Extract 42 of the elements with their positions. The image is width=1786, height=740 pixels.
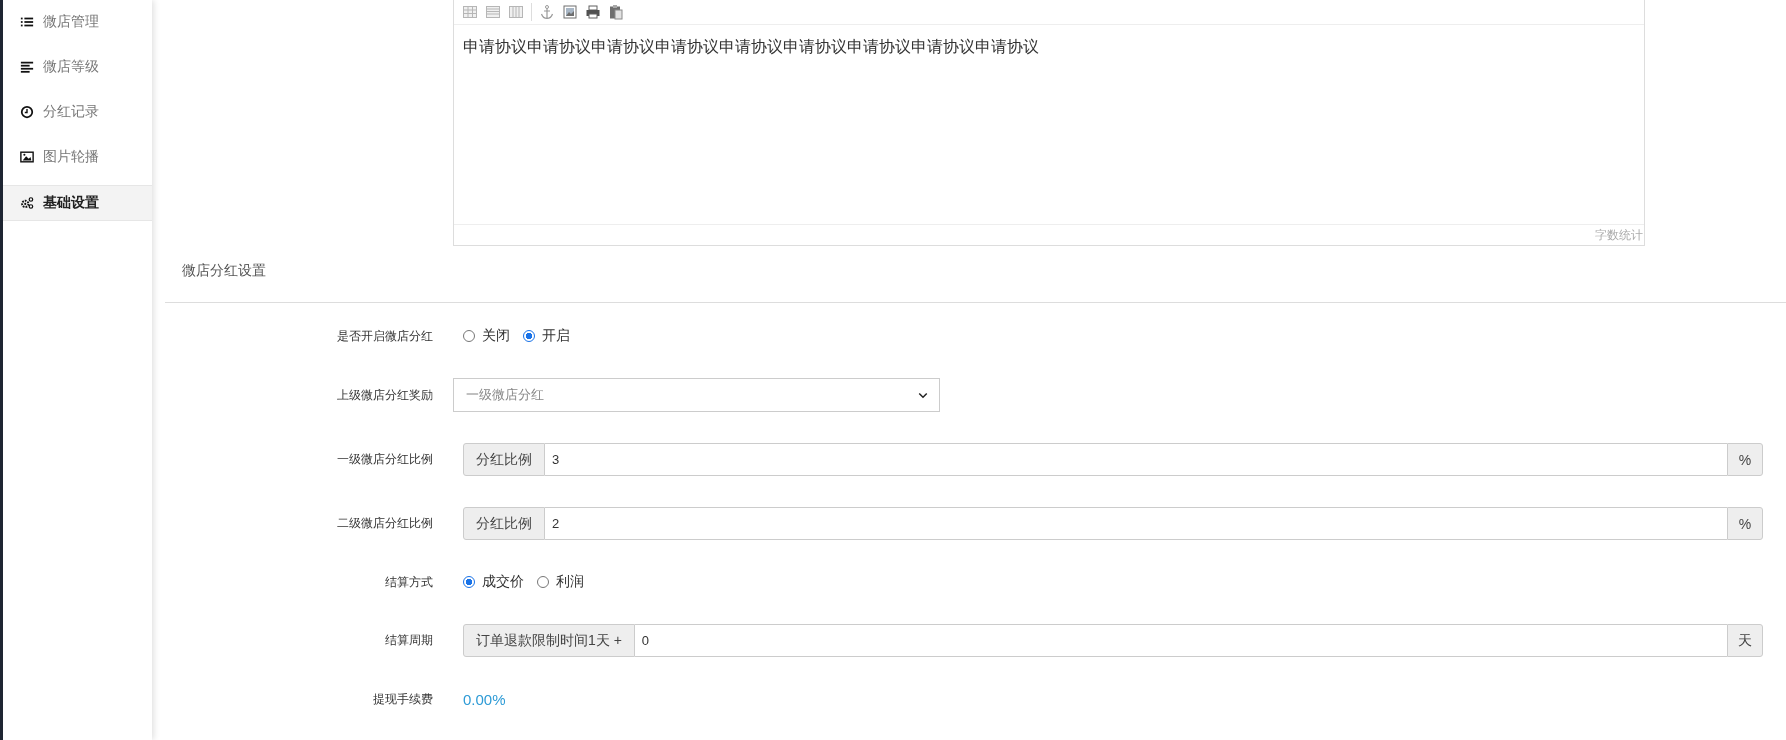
printer-icon[interactable] bbox=[585, 4, 601, 20]
image-icon bbox=[20, 150, 34, 164]
table-columns-icon[interactable] bbox=[508, 4, 524, 20]
input-field[interactable]: 0 bbox=[634, 624, 1727, 657]
table-icon[interactable] bbox=[462, 4, 478, 20]
clock-icon bbox=[20, 105, 34, 119]
editor-text: 申请协议申请协议申请协议申请协议申请协议申请协议申请协议申请协议申请协议 bbox=[462, 37, 1040, 57]
input-prefix: 分红比例 bbox=[463, 507, 545, 540]
dropdown-select[interactable]: 一级微店分红 bbox=[453, 378, 940, 412]
input-suffix: % bbox=[1727, 443, 1763, 476]
input-suffix: % bbox=[1727, 507, 1763, 540]
input-field[interactable]: 3 bbox=[545, 443, 1727, 476]
fee-value: 0.00% bbox=[463, 690, 506, 708]
field-label: 上级微店分红奖励 bbox=[336, 386, 433, 404]
input-prefix: 订单退款限制时间1天 + bbox=[463, 624, 635, 657]
field-label: 一级微店分红比例 bbox=[336, 451, 433, 468]
radio-option[interactable]: 开启 bbox=[523, 327, 570, 345]
input-suffix: 天 bbox=[1727, 624, 1763, 657]
radio-option[interactable]: 利润 bbox=[537, 573, 584, 591]
sidebar-item[interactable]: 分红记录 bbox=[3, 95, 152, 129]
clipboard-icon[interactable] bbox=[608, 4, 624, 20]
word-count-label: 字数统计 bbox=[1595, 226, 1644, 244]
radio-option[interactable]: 成交价 bbox=[463, 573, 524, 591]
sidebar-item[interactable]: 微店等级 bbox=[3, 50, 152, 84]
field-label: 结算方式 bbox=[384, 573, 433, 591]
sidebar-item[interactable]: 基础设置 bbox=[3, 185, 152, 221]
input-field[interactable]: 2 bbox=[545, 507, 1727, 540]
sidebar-item[interactable]: 图片轮播 bbox=[3, 140, 152, 174]
section-title: 微店分红设置 bbox=[182, 262, 266, 280]
align-left-icon bbox=[20, 60, 34, 74]
gears-icon bbox=[20, 196, 34, 210]
sidebar-item[interactable]: 微店管理 bbox=[3, 5, 152, 39]
input-prefix: 分红比例 bbox=[463, 443, 545, 476]
picture-icon[interactable] bbox=[562, 4, 578, 20]
table-rows-icon[interactable] bbox=[485, 4, 501, 20]
field-label: 结算周期 bbox=[384, 632, 433, 649]
anchor-icon[interactable] bbox=[539, 4, 555, 20]
radio-option[interactable]: 关闭 bbox=[463, 327, 510, 345]
field-label: 是否开启微店分红 bbox=[336, 327, 433, 345]
list-icon bbox=[20, 15, 34, 29]
field-label: 二级微店分红比例 bbox=[336, 515, 433, 532]
field-label: 提现手续费 bbox=[372, 690, 433, 708]
